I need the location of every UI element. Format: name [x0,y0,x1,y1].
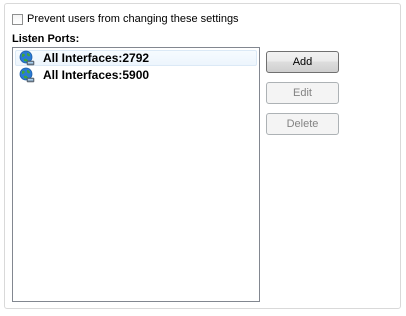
prevent-changes-row[interactable]: Prevent users from changing these settin… [12,12,239,26]
listen-ports-label: Listen Ports: [12,33,80,45]
edit-button[interactable]: Edit [266,82,339,104]
network-globe-icon [19,67,35,83]
list-item-label: All Interfaces:2792 [43,51,150,65]
list-item[interactable]: All Interfaces:2792 [15,50,257,66]
prevent-changes-label: Prevent users from changing these settin… [27,13,239,25]
listen-ports-list[interactable]: All Interfaces:2792 All Interfaces:5900 [12,47,260,302]
add-button[interactable]: Add [266,51,339,73]
list-item-label: All Interfaces:5900 [43,68,150,82]
list-item[interactable]: All Interfaces:5900 [15,67,257,83]
prevent-changes-checkbox[interactable] [12,13,23,25]
delete-button[interactable]: Delete [266,113,339,135]
network-globe-icon [19,50,35,66]
